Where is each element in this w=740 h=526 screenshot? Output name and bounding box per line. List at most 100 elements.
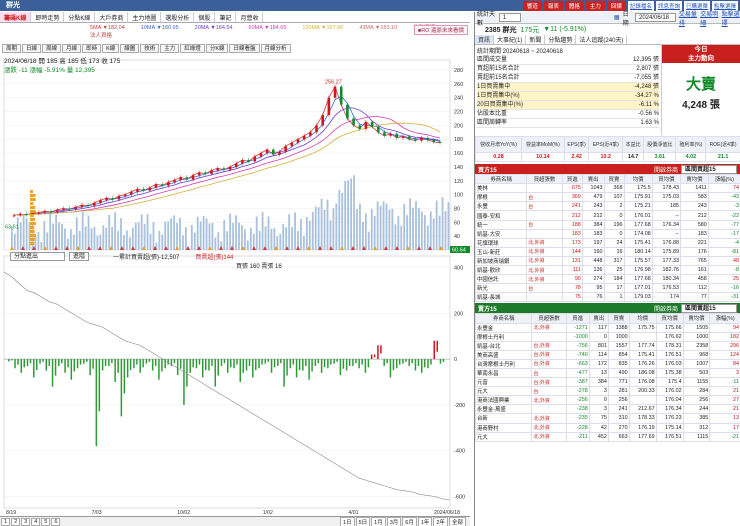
col-head[interactable]: 賣出 bbox=[588, 313, 609, 324]
table-row[interactable]: 美林 675 1043 368 175.5 178.43 1411 74 bbox=[474, 183, 740, 194]
page-button[interactable]: 4 bbox=[31, 517, 41, 526]
period-button[interactable]: 3月 bbox=[386, 516, 402, 526]
period-button[interactable]: 1年 bbox=[417, 516, 433, 526]
col-head[interactable]: 賣均價 bbox=[680, 174, 709, 185]
table-row[interactable]: 中國信託 北,外資 90 274 184 177.68 180.34 458 25 bbox=[474, 274, 740, 285]
table-row[interactable]: 元富 台,外資 -387 384 771 176.08 175.4 1155 -11 bbox=[474, 377, 740, 388]
sell-select[interactable]: 區間賣超15 bbox=[681, 303, 737, 313]
right-link[interactable]: 點擊選擇 bbox=[722, 9, 740, 27]
col-head[interactable]: 漲幅(%) bbox=[709, 313, 740, 324]
date-input[interactable]: 2024/06/18 bbox=[634, 13, 676, 22]
indicator-advanced-button[interactable]: 進階 bbox=[69, 252, 90, 261]
table-cell: 179.03 bbox=[623, 292, 653, 303]
page-button[interactable]: 1 bbox=[1, 517, 11, 526]
table-row[interactable]: 永豐金 北,外資 -1271 117 1388 175.75 175.66 1505 94 bbox=[474, 322, 740, 333]
period-button[interactable]: 6月 bbox=[402, 516, 417, 526]
ma-legend-item[interactable]: 10MA ▼180.95 bbox=[141, 24, 179, 32]
table-row[interactable]: 凱基-台北 台,外資 -756 801 1557 177.74 178.31 2358 296 bbox=[474, 340, 740, 351]
subtab-0[interactable]: 資訊 bbox=[475, 35, 495, 44]
period-button[interactable]: 5日 bbox=[355, 516, 371, 526]
price-chart[interactable]: 2802602402202001801601401201008060402025… bbox=[0, 52, 470, 516]
page-button[interactable]: 6 bbox=[51, 517, 61, 526]
table-cell: 1411 bbox=[680, 183, 709, 194]
table-row[interactable]: 摩根台 369 479 107 175.91 175.03 583 -43 bbox=[474, 192, 740, 203]
tab-5[interactable]: 選股分析 bbox=[161, 12, 195, 22]
top-button-3[interactable]: 主力 bbox=[585, 1, 605, 11]
subtab-1[interactable]: 大事紀(1) bbox=[494, 35, 527, 44]
table-row[interactable]: 永豐金-萬盛 -238 3 241 212.67 176.34 244 21 bbox=[474, 404, 740, 415]
subtab-2[interactable]: 新聞 bbox=[526, 35, 546, 44]
buy-select[interactable]: 區間買超15 bbox=[681, 164, 737, 174]
indicator-select[interactable]: 分點進出 bbox=[10, 252, 65, 261]
right-link[interactable]: 交易量排 bbox=[679, 9, 697, 27]
calendar-icon[interactable]: ▦ bbox=[614, 14, 620, 21]
col-head[interactable]: 賣出 bbox=[581, 174, 605, 185]
table-cell: -740 bbox=[565, 349, 590, 360]
tab-4[interactable]: 主力地圖 bbox=[128, 12, 162, 22]
page-button[interactable]: 5 bbox=[41, 517, 51, 526]
top-button-0[interactable]: 響道 bbox=[522, 1, 542, 11]
tab-1[interactable]: 即時走勢 bbox=[31, 12, 65, 22]
period-button[interactable]: 全部 bbox=[448, 516, 466, 526]
tab-3[interactable]: 大戶券商 bbox=[95, 12, 129, 22]
table-row[interactable]: 元大 北,外資 -211 452 663 177.69 176.51 1115 -21 bbox=[474, 431, 740, 442]
col-head[interactable]: 買均價 bbox=[655, 313, 684, 324]
col-head[interactable]: 買賣 bbox=[607, 313, 630, 324]
table-row[interactable]: 華南永昌台 -477 13 490 186.08 175.38 503 3 bbox=[474, 367, 740, 379]
ma-legend-item[interactable]: 43MA ▼183.10 bbox=[359, 24, 397, 32]
table-row[interactable]: 凱基-歡欣 北,外資 111 136 25 176.98 182.76 161 -8 bbox=[474, 265, 740, 276]
table-row[interactable]: 元大台 -278 3 281 200.33 176.02 284 21 bbox=[474, 386, 740, 397]
tab-8[interactable]: 月營收 bbox=[236, 12, 264, 22]
restore-price-badge[interactable]: ■RO 還原未來看價 bbox=[413, 25, 468, 35]
top-button-2[interactable]: 體格 bbox=[564, 1, 584, 11]
col-head[interactable]: 買進 bbox=[561, 174, 583, 185]
table-row[interactable]: 凱基-長城 75 76 1 179.03 174 77 -31 bbox=[474, 292, 740, 303]
table-row[interactable]: 新光台 78 95 17 177.01 176.53 112 -16 bbox=[474, 283, 740, 294]
subtab-4[interactable]: 法人追蹤(240天) bbox=[576, 35, 628, 44]
table-row[interactable]: 台新 北,外資 -235 75 310 178.33 176.23 385 13 bbox=[474, 413, 740, 424]
page-button[interactable]: 3 bbox=[21, 517, 31, 526]
right-link[interactable]: 交易明細 bbox=[700, 9, 718, 27]
table-row[interactable]: 美商高盛 台,外資 -740 114 854 175.41 176.51 968 124 bbox=[474, 349, 740, 360]
volume-profile bbox=[30, 214, 34, 217]
col-head[interactable]: 漲幅(%) bbox=[707, 174, 740, 185]
table-row[interactable]: 港商法國興業 北,外資 -256 0 256 176.04 256 27 bbox=[474, 395, 740, 406]
tab-7[interactable]: 筆記 bbox=[215, 12, 237, 22]
flow-bar bbox=[79, 359, 82, 365]
table-row[interactable]: 玉山-新莊 北,外資 144 160 16 180.14 175.89 176 -81 bbox=[474, 246, 740, 257]
subtab-3[interactable]: 分點趨勢 bbox=[545, 35, 577, 44]
ma-legend-item[interactable]: 5MA ▼182.04 bbox=[90, 24, 125, 32]
period-button[interactable]: 1月 bbox=[371, 516, 386, 526]
tab-2[interactable]: 分點K線 bbox=[64, 12, 96, 22]
table-row[interactable]: 花旗環球 北,外資 173 197 24 175.41 176.88 221 -4 bbox=[474, 237, 740, 248]
table-row[interactable]: 國泰-安和 212 212 0 176.01 -- 212 -22 bbox=[474, 210, 740, 221]
col-head[interactable]: 買賣 bbox=[603, 174, 625, 185]
col-head[interactable]: 券商名稱 bbox=[474, 174, 528, 185]
col-head[interactable]: 賣均價 bbox=[682, 313, 711, 324]
col-head[interactable]: 均價 bbox=[623, 174, 653, 185]
period-button[interactable]: 2年 bbox=[433, 516, 448, 526]
tab-0[interactable]: 籌碼K線 bbox=[0, 12, 32, 22]
col-head[interactable]: 買超張數 bbox=[531, 313, 567, 324]
tab-6[interactable]: 個股 bbox=[194, 12, 216, 22]
ma-legend-item[interactable]: 法人資格 bbox=[90, 32, 112, 40]
period-button[interactable]: 1日 bbox=[340, 516, 355, 526]
ma-legend-item[interactable]: 60MA ▼184.65 bbox=[249, 24, 287, 32]
ma-legend-item[interactable]: 20MA ▼184.54 bbox=[195, 24, 233, 32]
table-row[interactable]: 港商野村 北,外資 -228 42 270 176.19 175.14 312 17 bbox=[474, 422, 740, 433]
col-head[interactable]: 買超張數 bbox=[526, 174, 563, 185]
table-row[interactable]: 摩根士丹利 -1000 0 1000 176.62 1000 182 bbox=[474, 331, 740, 342]
stats-days-select[interactable]: 1 bbox=[498, 13, 521, 22]
top-button-1[interactable]: 報表 bbox=[543, 1, 563, 11]
table-row[interactable]: 統一台 188 384 196 177.68 176.34 580 -77 bbox=[474, 219, 740, 230]
col-head[interactable]: 買均價 bbox=[651, 174, 682, 185]
col-head[interactable]: 券商名稱 bbox=[474, 313, 533, 324]
page-button[interactable]: 2 bbox=[11, 517, 21, 526]
table-row[interactable]: 台灣摩根士丹利 台,外資 -663 172 835 176.26 176.03 1007 84 bbox=[474, 358, 740, 369]
table-row[interactable]: 凱基-大安 183 183 0 174.08 -- 183 -17 bbox=[474, 228, 740, 239]
table-row[interactable]: 永豐台 241 243 2 175.21 185 243 -3 bbox=[474, 201, 740, 212]
ma-legend-item[interactable]: 120MA ▼167.60 bbox=[302, 24, 343, 32]
col-head[interactable]: 買進 bbox=[565, 313, 590, 324]
table-row[interactable]: 新加坡商瑞銀 北,外資 131 448 317 175.57 177.33 765 48 bbox=[474, 255, 740, 267]
col-head[interactable]: 均價 bbox=[628, 313, 657, 324]
